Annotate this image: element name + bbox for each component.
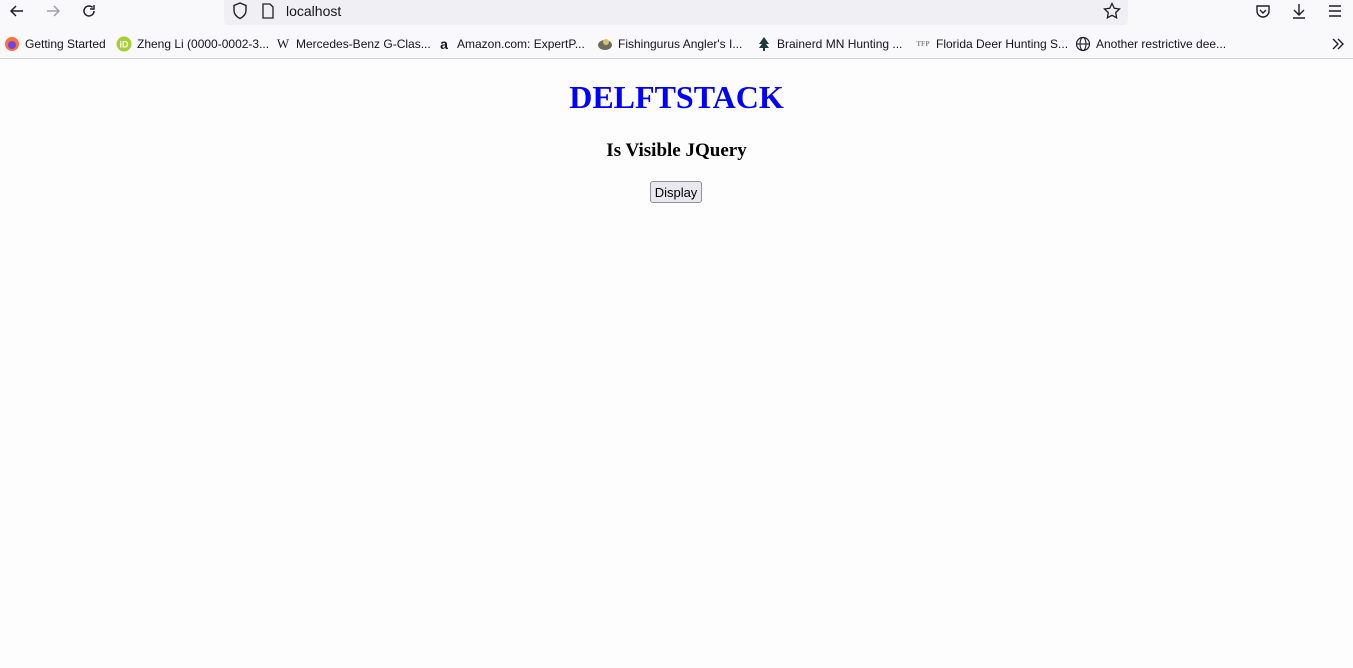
display-button[interactable]: Display bbox=[650, 181, 702, 203]
forward-arrow-icon[interactable] bbox=[41, 0, 65, 22]
page-subtitle: Is Visible JQuery bbox=[606, 140, 747, 161]
amazon-icon: a bbox=[440, 36, 448, 52]
fishingurus-icon bbox=[597, 36, 613, 52]
url-text[interactable]: localhost bbox=[286, 3, 341, 19]
bookmark-label: Fishingurus Angler's I... bbox=[618, 37, 743, 51]
reload-icon[interactable] bbox=[77, 0, 101, 22]
browser-toolbar: localhost bbox=[0, 0, 1353, 25]
download-icon[interactable] bbox=[1287, 0, 1311, 22]
bookmark-item[interactable]: Fishingurus Angler's I... bbox=[597, 34, 742, 54]
globe-icon bbox=[1075, 36, 1091, 52]
url-bar[interactable]: localhost bbox=[224, 0, 1128, 25]
tree-icon bbox=[756, 36, 772, 52]
page-icon bbox=[261, 3, 275, 24]
page-title: DELFTSTACK bbox=[569, 79, 784, 115]
svg-text:iD: iD bbox=[120, 40, 130, 50]
bookmark-item[interactable]: TFP Florida Deer Hunting S... bbox=[915, 34, 1068, 54]
wikipedia-icon: W bbox=[276, 36, 290, 51]
bookmark-label: Another restrictive dee... bbox=[1096, 37, 1227, 51]
back-arrow-icon[interactable] bbox=[5, 0, 29, 22]
bookmark-item[interactable]: iD Zheng Li (0000-0002-3... bbox=[116, 34, 269, 54]
bookmark-item[interactable]: Brainerd MN Hunting ... bbox=[756, 34, 902, 54]
menu-icon[interactable] bbox=[1323, 0, 1347, 22]
star-bookmark-icon[interactable] bbox=[1103, 1, 1121, 25]
orcid-icon: iD bbox=[116, 36, 132, 52]
tfp-icon: TFP bbox=[916, 40, 930, 48]
bookmarks-toolbar: Getting Started iD Zheng Li (0000-0002-3… bbox=[0, 34, 1353, 56]
shield-icon[interactable] bbox=[232, 2, 248, 25]
bookmark-item[interactable]: W Mercedes-Benz G-Clas... bbox=[275, 34, 431, 54]
pocket-icon[interactable] bbox=[1251, 0, 1275, 22]
bookmark-item[interactable]: Another restrictive dee... bbox=[1075, 34, 1226, 54]
browser-chrome: localhost Getting Started iD Zheng Li (0… bbox=[0, 0, 1353, 59]
chevron-double-right-icon[interactable] bbox=[1326, 33, 1350, 55]
page-content: DELFTSTACK Is Visible JQuery Display bbox=[0, 59, 1353, 668]
bookmark-label: Amazon.com: ExpertP... bbox=[457, 37, 585, 51]
firefox-icon bbox=[4, 36, 20, 52]
bookmark-label: Florida Deer Hunting S... bbox=[936, 37, 1069, 51]
bookmark-item[interactable]: a Amazon.com: ExpertP... bbox=[436, 34, 585, 54]
bookmark-label: Mercedes-Benz G-Clas... bbox=[296, 37, 431, 51]
bookmark-item[interactable]: Getting Started bbox=[4, 34, 106, 54]
bookmark-label: Brainerd MN Hunting ... bbox=[777, 37, 903, 51]
bookmark-label: Getting Started bbox=[25, 37, 106, 51]
bookmark-label: Zheng Li (0000-0002-3... bbox=[137, 37, 270, 51]
